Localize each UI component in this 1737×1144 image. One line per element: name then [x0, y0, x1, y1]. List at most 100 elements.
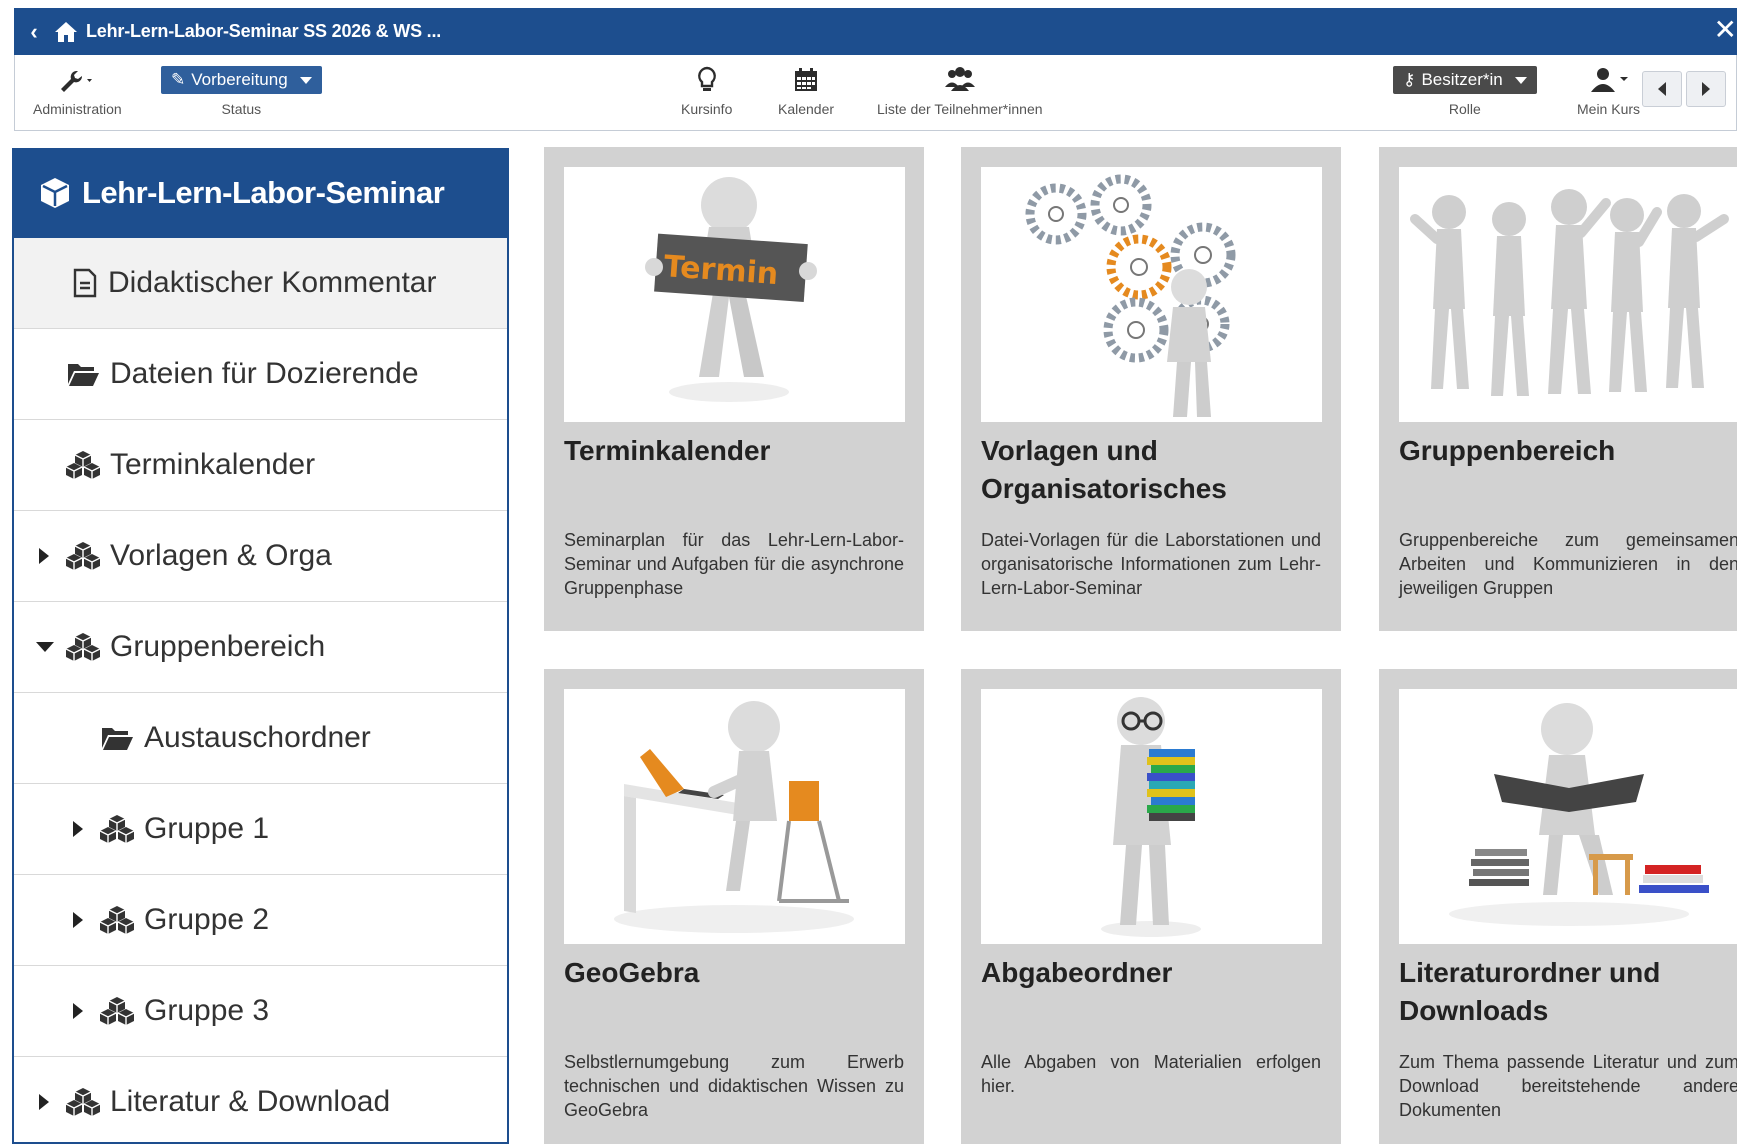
- kursinfo-button[interactable]: Kursinfo: [681, 65, 732, 117]
- users-icon: [943, 65, 977, 95]
- tile-title: Terminkalender: [564, 435, 771, 466]
- tile-title: Abgabeordner: [981, 957, 1173, 988]
- caret-right-icon: [1702, 82, 1710, 96]
- sidebar-item-austauschordner[interactable]: Austauschordner: [14, 693, 507, 784]
- course-tile-abgabeordner[interactable]: Abgabeordner Alle Abgaben von Materialie…: [961, 669, 1341, 1144]
- figure-with-gears-image: [1025, 174, 1236, 417]
- tile-image: [564, 689, 905, 944]
- teilnehmer-label: Liste der Teilnehmer*innen: [877, 101, 1043, 117]
- sidebar-item-label: Gruppe 3: [144, 994, 270, 1027]
- course-header-bar: ‹ Lehr-Lern-Labor-Seminar SS 2026 & WS .…: [14, 8, 1737, 55]
- sidebar-item-dateien[interactable]: Dateien für Dozierende: [14, 329, 507, 420]
- caret-down-icon: [1514, 76, 1527, 84]
- tile-title: Vorlagen und Organisatorisches: [981, 435, 1227, 504]
- caret-down-icon: [299, 76, 312, 84]
- next-button[interactable]: [1686, 71, 1726, 107]
- tile-title: GeoGebra: [564, 957, 700, 988]
- administration-label: Administration: [33, 101, 122, 117]
- wrench-icon: [55, 65, 99, 95]
- cubes-icon: [66, 1087, 100, 1117]
- status-button[interactable]: ✎ Vorbereitung: [161, 66, 322, 94]
- sidebar-item-gruppenbereich[interactable]: Gruppenbereich: [14, 602, 507, 693]
- sidebar-item-label: Vorlagen & Orga: [110, 539, 332, 572]
- role-value: Besitzer*in: [1421, 70, 1503, 89]
- tile-title: Gruppenbereich: [1399, 435, 1616, 466]
- sidebar-item-label: Terminkalender: [110, 448, 316, 481]
- user-icon: [1587, 65, 1631, 95]
- cubes-icon: [66, 541, 100, 571]
- sidebar-item-didaktischer-kommentar[interactable]: Didaktischer Kommentar: [14, 238, 507, 329]
- kalender-label: Kalender: [778, 101, 835, 117]
- role-button[interactable]: ⚷ Besitzer*in: [1393, 66, 1537, 94]
- sidebar-item-gruppe-1[interactable]: Gruppe 1: [14, 784, 507, 875]
- role-label: Rolle: [1448, 101, 1481, 117]
- home-icon[interactable]: [54, 21, 78, 43]
- tile-image: [1399, 689, 1737, 944]
- course-nav-buttons: [1642, 71, 1726, 107]
- sidebar-item-literatur-download[interactable]: Literatur & Download: [14, 1057, 507, 1142]
- caret-left-icon: [1658, 82, 1666, 96]
- sidebar-item-label: Austauschordner: [144, 721, 371, 754]
- course-menu-sidebar: Lehr-Lern-Labor-Seminar Didaktischer Kom…: [12, 148, 509, 1144]
- file-text-icon: [72, 268, 98, 298]
- calendar-icon: [794, 65, 818, 95]
- expand-down-icon[interactable]: [36, 642, 54, 652]
- teilnehmer-button[interactable]: Liste der Teilnehmer*innen: [877, 65, 1043, 117]
- sidebar-item-label: Literatur & Download: [110, 1085, 391, 1118]
- expand-right-icon[interactable]: [73, 821, 83, 837]
- tile-image: Termin: [564, 167, 905, 422]
- chevron-left-icon: ‹: [30, 18, 38, 44]
- previous-button[interactable]: [1642, 71, 1682, 107]
- mein-kurs-menu[interactable]: Mein Kurs: [1577, 65, 1640, 117]
- expand-right-icon[interactable]: [73, 912, 83, 928]
- tile-image: [1399, 167, 1737, 422]
- breadcrumb-course-title[interactable]: Lehr-Lern-Labor-Seminar SS 2026 & WS ...: [86, 21, 441, 42]
- kalender-button[interactable]: Kalender: [778, 65, 834, 117]
- course-tile-geogebra[interactable]: GeoGebra Selbstlernumgebung zum Erwerb t…: [544, 669, 924, 1144]
- back-button[interactable]: ‹: [14, 19, 54, 45]
- pencil-icon: ✎: [171, 70, 186, 89]
- key-icon: ⚷: [1403, 70, 1416, 89]
- administration-menu[interactable]: Administration: [33, 65, 122, 117]
- cubes-icon: [100, 996, 134, 1026]
- lightbulb-icon: [696, 65, 718, 95]
- tile-description: Datei-Vorlagen für die Laborstationen un…: [981, 530, 1321, 598]
- sidebar-title: Lehr-Lern-Labor-Seminar: [82, 175, 445, 210]
- sidebar-item-gruppe-2[interactable]: Gruppe 2: [14, 875, 507, 966]
- sidebar-item-terminkalender[interactable]: Terminkalender: [14, 420, 507, 511]
- tile-description: Selbstlernumgebung zum Erwerb technische…: [564, 1052, 904, 1120]
- course-tile-gruppenbereich[interactable]: Gruppenbereich Gruppenbereiche zum gemei…: [1379, 147, 1737, 631]
- course-tile-terminkalender[interactable]: Termin Terminkalender Seminarplan für da…: [544, 147, 924, 631]
- expand-right-icon[interactable]: [73, 1003, 83, 1019]
- cubes-icon: [100, 905, 134, 935]
- course-tile-vorlagen[interactable]: Vorlagen und Organisatorisches Datei-Vor…: [961, 147, 1341, 631]
- sidebar-item-vorlagen-orga[interactable]: Vorlagen & Orga: [14, 511, 507, 602]
- figure-holding-sign-image: Termin: [645, 177, 817, 402]
- expand-right-icon[interactable]: [39, 1094, 49, 1110]
- tile-image: [981, 167, 1322, 422]
- cube-icon: [41, 178, 69, 208]
- tile-description: Alle Abgaben von Materialien erfolgen hi…: [981, 1052, 1321, 1096]
- status-label: Status: [221, 101, 262, 117]
- sidebar-course-root[interactable]: Lehr-Lern-Labor-Seminar: [14, 148, 507, 238]
- status-dropdown[interactable]: ✎ Vorbereitung Status: [161, 65, 322, 117]
- sidebar-item-gruppe-3[interactable]: Gruppe 3: [14, 966, 507, 1057]
- close-icon[interactable]: ✕: [1714, 13, 1737, 46]
- sidebar-item-label: Dateien für Dozierende: [110, 357, 419, 390]
- figure-at-laptop-image: [614, 701, 854, 933]
- tile-description: Gruppenbereiche zum gemeinsamen Arbeiten…: [1399, 530, 1737, 598]
- figure-carrying-books-image: [1101, 697, 1201, 937]
- mein-kurs-label: Mein Kurs: [1577, 101, 1641, 117]
- tile-image: [981, 689, 1322, 944]
- expand-right-icon[interactable]: [39, 548, 49, 564]
- cubes-icon: [66, 450, 100, 480]
- role-dropdown[interactable]: ⚷ Besitzer*in Rolle: [1393, 65, 1537, 117]
- folder-open-icon: [66, 360, 100, 388]
- sidebar-item-label: Gruppenbereich: [110, 630, 326, 663]
- tile-description: Seminarplan für das Lehr-Lern-Labor-Semi…: [564, 530, 904, 598]
- tile-description: Zum Thema passende Literatur und zum Dow…: [1399, 1052, 1737, 1120]
- cubes-icon: [100, 814, 134, 844]
- sidebar-item-label: Gruppe 2: [144, 903, 270, 936]
- course-tile-literaturordner[interactable]: Literaturordner und Downloads Zum Thema …: [1379, 669, 1737, 1144]
- folder-open-icon: [100, 724, 134, 752]
